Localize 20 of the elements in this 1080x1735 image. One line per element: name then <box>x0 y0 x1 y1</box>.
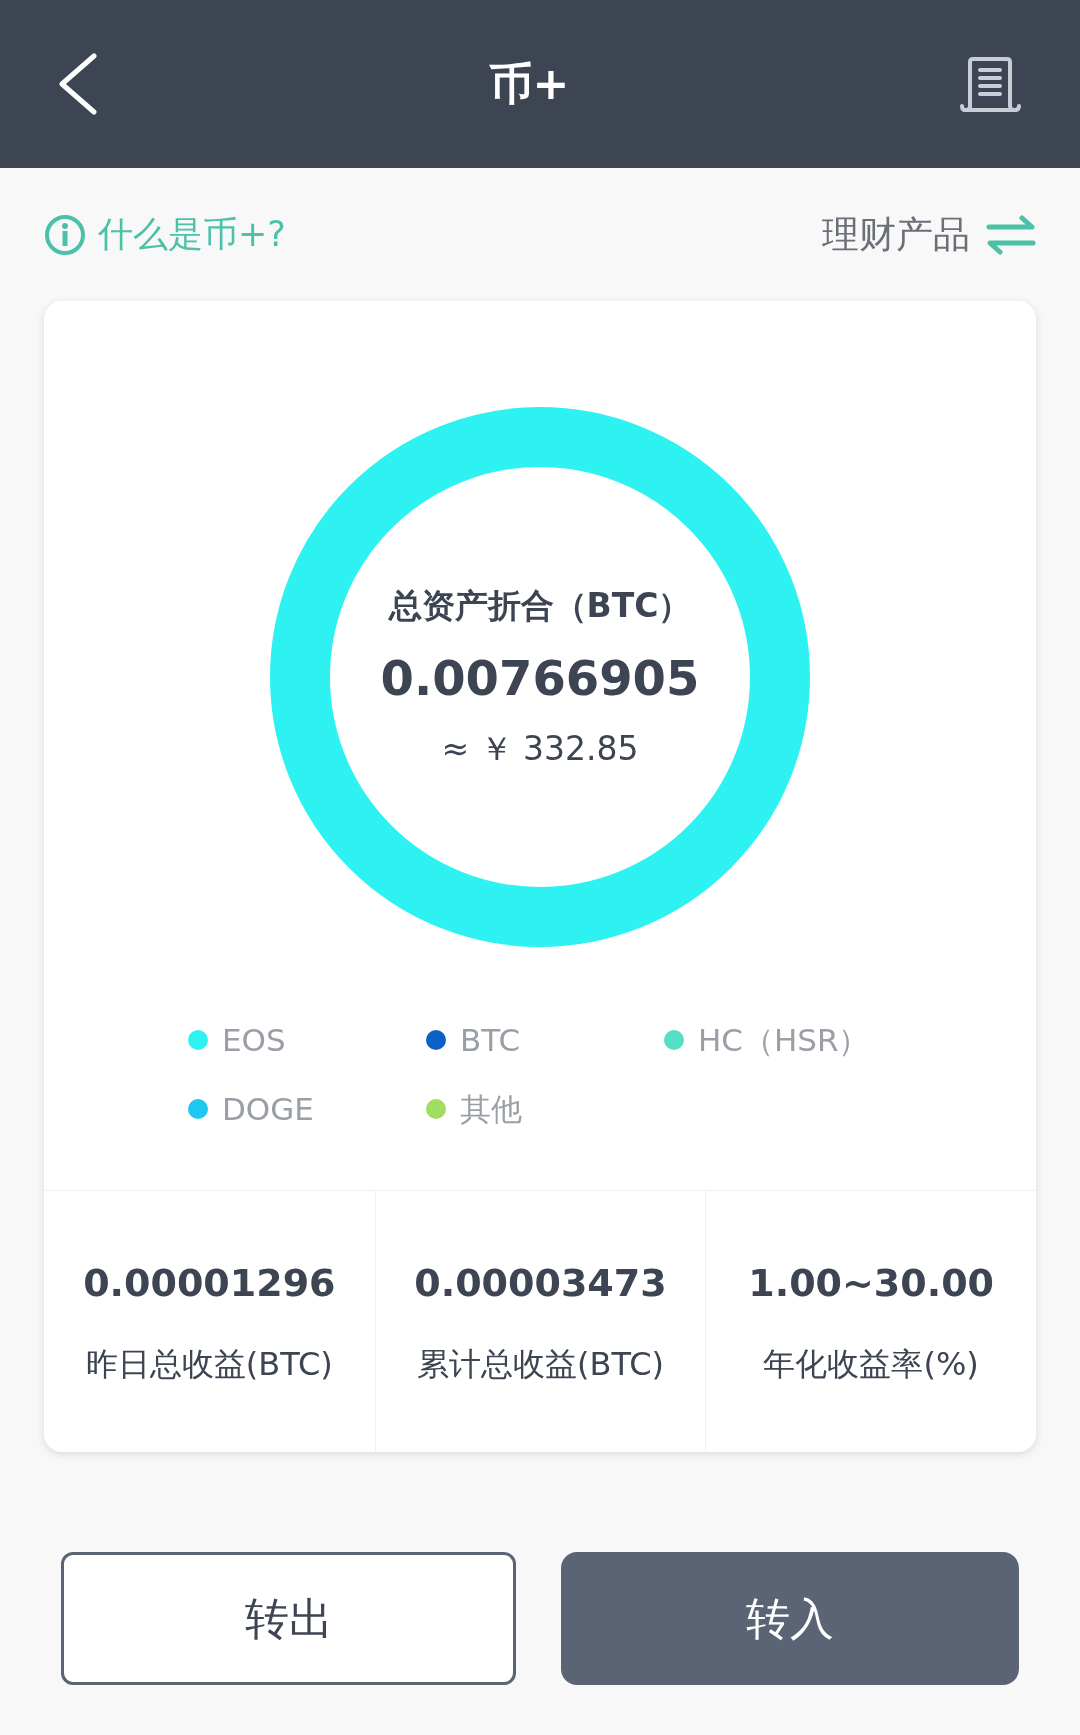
transfer-in-button[interactable]: 转入 <box>561 1552 1019 1685</box>
legend-label: EOS <box>222 1021 286 1060</box>
total-label: 总资产折合（BTC） <box>388 584 692 627</box>
back-icon[interactable] <box>58 53 98 115</box>
legend-label: DOGE <box>222 1089 314 1129</box>
fiat-amount: ≈ ￥ 332.85 <box>441 728 639 770</box>
legend-label: BTC <box>460 1021 521 1060</box>
stat-label: 累计总收益(BTC) <box>417 1344 664 1385</box>
products-link[interactable]: 理财产品 <box>822 206 970 263</box>
legend-label: HC（HSR） <box>698 1021 870 1060</box>
legend-label: 其他 <box>460 1089 522 1129</box>
stat-value: 1.00~30.00 <box>748 1260 995 1307</box>
page-title: 币+ <box>488 57 570 111</box>
stat-label: 年化收益率(%) <box>763 1344 979 1385</box>
stat-value: 0.00001296 <box>83 1260 336 1307</box>
stat-label: 昨日总收益(BTC) <box>85 1344 333 1385</box>
total-amount: 0.00766905 <box>380 649 700 708</box>
transfer-out-button[interactable]: 转出 <box>61 1552 516 1685</box>
receipt-icon[interactable] <box>960 56 1022 112</box>
stat-value: 0.00003473 <box>414 1260 667 1307</box>
